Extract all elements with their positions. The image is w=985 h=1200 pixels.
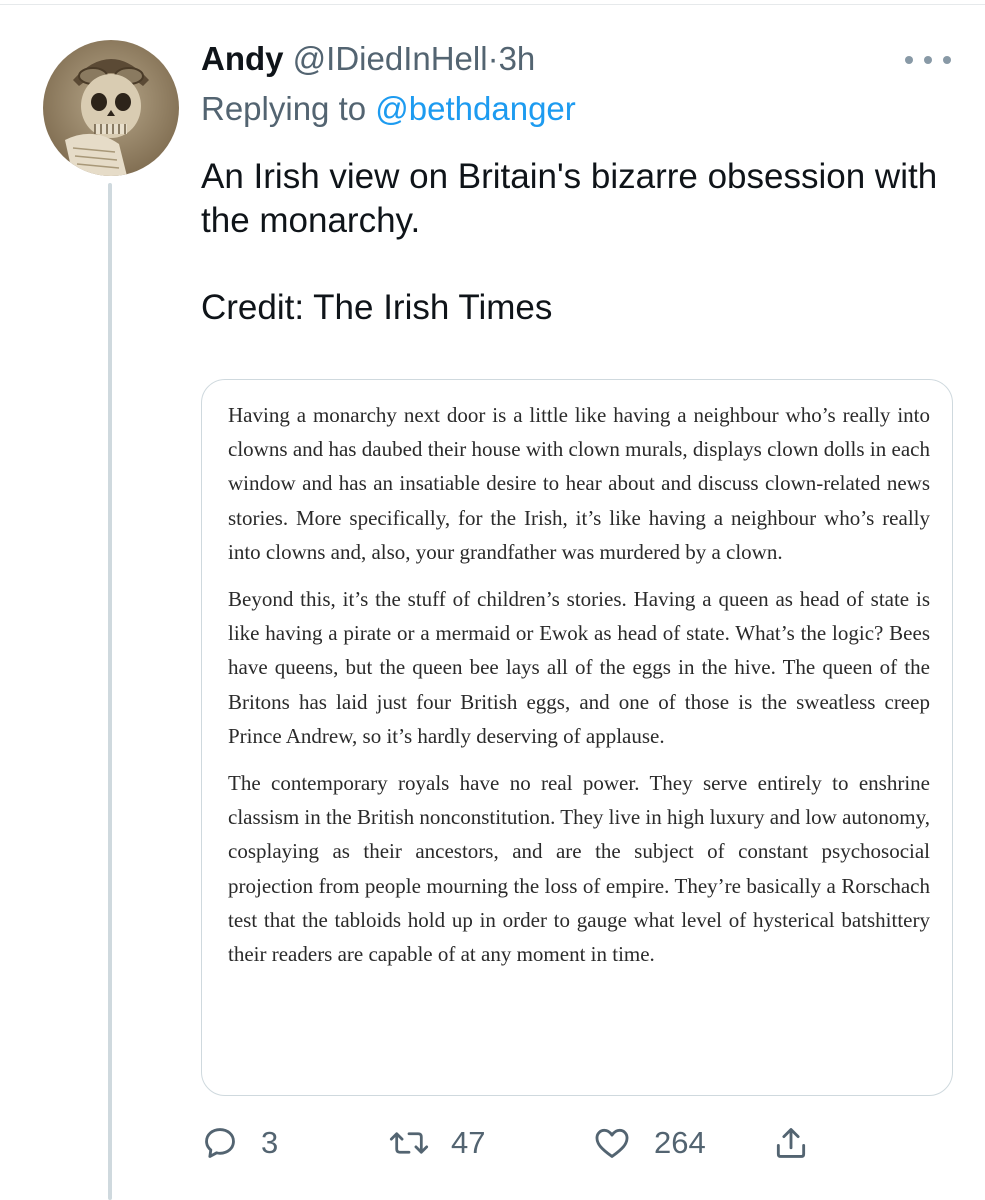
more-dot [943, 56, 951, 64]
share-icon [776, 1128, 806, 1158]
timestamp[interactable]: 3h [499, 40, 536, 77]
retweet-button[interactable]: 47 [389, 1118, 485, 1168]
share-button[interactable] [772, 1118, 810, 1168]
avatar[interactable] [43, 40, 179, 176]
reply-icon [205, 1128, 235, 1158]
article-paragraph: The contemporary royals have no real pow… [228, 771, 930, 967]
more-dot [924, 56, 932, 64]
article-paragraph: Beyond this, it’s the stuff of children’… [228, 587, 930, 748]
replying-to-handle[interactable]: @bethdanger [375, 90, 575, 127]
separator-dot: · [487, 40, 499, 77]
tweet-text-credit: Credit: The Irish Times [201, 288, 553, 327]
action-bar: 3 47 264 [201, 1118, 941, 1168]
retweet-icon [389, 1132, 429, 1154]
more-dot [905, 56, 913, 64]
retweet-count: 47 [451, 1125, 486, 1160]
like-count: 264 [654, 1125, 706, 1160]
tweet-text-body: An Irish view on Britain's bizarre obses… [201, 157, 938, 240]
replying-to: Replying to @bethdanger [201, 87, 576, 131]
user-handle[interactable]: @IDiedInHell [293, 40, 488, 77]
more-horizontal-icon[interactable] [905, 45, 951, 75]
like-icon [595, 1128, 629, 1158]
reply-count: 3 [261, 1125, 279, 1160]
article-excerpt: Having a monarchy next door is a little … [228, 398, 930, 984]
thread-line [108, 183, 112, 1200]
reply-button[interactable]: 3 [201, 1118, 278, 1168]
replying-prefix: Replying to [201, 90, 367, 127]
display-name[interactable]: Andy [201, 40, 284, 77]
like-button[interactable]: 264 [592, 1118, 706, 1168]
attached-image[interactable]: Having a monarchy next door is a little … [201, 379, 953, 1096]
tweet-header: Andy @IDiedInHell·3h [201, 37, 535, 81]
article-paragraph: Having a monarchy next door is a little … [228, 403, 930, 564]
skull-aviator-avatar-icon [43, 40, 179, 176]
top-divider [0, 4, 985, 5]
tweet-text: An Irish view on Britain's bizarre obses… [201, 155, 941, 330]
